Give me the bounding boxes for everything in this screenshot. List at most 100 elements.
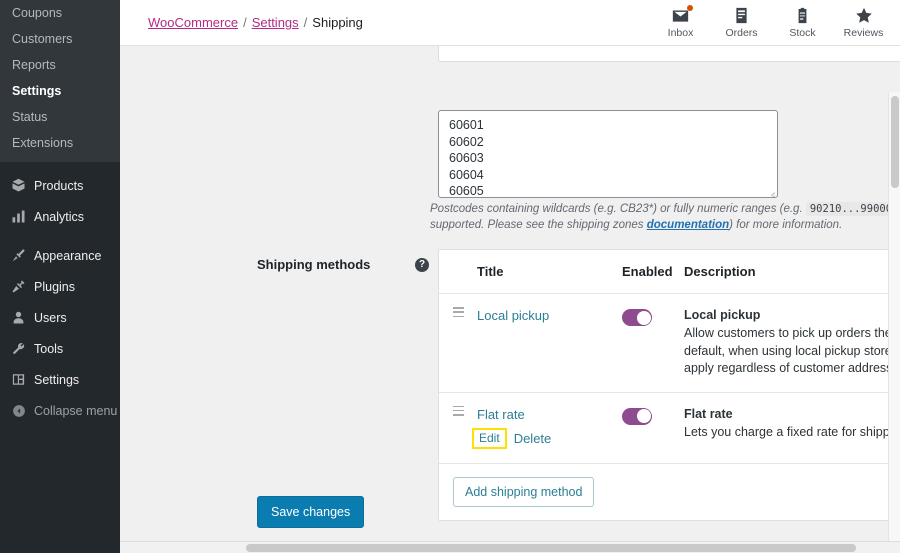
sidebar-item-products[interactable]: Products xyxy=(0,170,120,201)
sidebar-item-label: Customers xyxy=(12,32,72,46)
delete-flat-rate-link[interactable]: Delete xyxy=(514,431,552,446)
tools-wrench-icon xyxy=(10,340,27,357)
activity-item-reviews[interactable]: Reviews xyxy=(833,0,894,46)
woocommerce-shipping-settings-page: Coupons Customers Reports Settings Statu… xyxy=(0,0,900,553)
inbox-envelope-icon xyxy=(672,6,689,25)
sidebar-item-label: Appearance xyxy=(34,248,101,264)
sidebar-item-label: Analytics xyxy=(34,209,84,225)
shipping-method-link-flat-rate[interactable]: Flat rate xyxy=(477,407,525,422)
activity-item-label: Reviews xyxy=(844,27,884,39)
toggle-knob xyxy=(637,409,651,423)
sidebar-item-label: Reports xyxy=(12,58,56,72)
row-description-cell: Local pickup Allow customers to pick up … xyxy=(684,307,900,378)
row-actions: Edit Delete xyxy=(477,429,622,449)
enabled-toggle-local-pickup[interactable] xyxy=(622,309,652,326)
sidebar-item-settings[interactable]: Settings xyxy=(0,78,120,104)
reviews-star-icon xyxy=(855,6,873,25)
description-title: Local pickup xyxy=(684,307,900,324)
helper-part-1: Postcodes containing wildcards (e.g. CB2… xyxy=(430,203,806,215)
plugins-plug-icon xyxy=(10,278,27,295)
breadcrumb-woocommerce[interactable]: WooCommerce xyxy=(148,15,238,30)
sidebar-item-label: Coupons xyxy=(12,6,62,20)
edit-link-highlight: Edit xyxy=(472,428,507,449)
shipping-methods-panel: Title Enabled Description Local pickup xyxy=(438,249,900,521)
postcode-line: 60603 xyxy=(449,150,767,167)
horizontal-scrollbar-thumb[interactable] xyxy=(246,544,856,552)
sidebar-item-analytics[interactable]: Analytics xyxy=(0,201,120,232)
column-header-title: Title xyxy=(477,264,622,279)
settings-content: Illinois, United States (US) 60601 60602… xyxy=(120,46,900,553)
sidebar-item-wp-settings[interactable]: Settings xyxy=(0,364,120,395)
row-title-cell: Flat rate Edit Delete xyxy=(477,406,622,449)
table-row: Flat rate Edit Delete Flat rate L xyxy=(439,393,900,464)
sidebar-item-extensions[interactable]: Extensions xyxy=(0,130,120,156)
activity-panel: Inbox Orders Stock xyxy=(650,0,900,46)
breadcrumb: WooCommerce / Settings / Shipping xyxy=(148,15,363,30)
sidebar-item-label: Products xyxy=(34,178,83,194)
postcode-line: 60605 xyxy=(449,183,767,198)
shipping-method-link-local-pickup[interactable]: Local pickup xyxy=(477,308,549,323)
documentation-link[interactable]: documentation xyxy=(647,219,729,231)
column-header-enabled: Enabled xyxy=(622,264,684,279)
postcode-line: 60604 xyxy=(449,167,767,184)
save-changes-button[interactable]: Save changes xyxy=(257,496,364,528)
help-tip-icon[interactable]: ? xyxy=(415,258,429,272)
products-box-icon xyxy=(10,177,27,194)
activity-item-stock[interactable]: Stock xyxy=(772,0,833,46)
activity-item-label: Stock xyxy=(789,27,815,39)
row-drag-cell xyxy=(439,307,477,378)
sidebar-item-collapse-menu[interactable]: Collapse menu xyxy=(0,395,120,426)
breadcrumb-separator-2: / xyxy=(304,15,308,30)
horizontal-scrollbar[interactable] xyxy=(120,541,900,553)
activity-item-inbox[interactable]: Inbox xyxy=(650,0,711,46)
inbox-notification-badge xyxy=(687,5,693,11)
sidebar-item-label: Users xyxy=(34,310,67,326)
row-title-cell: Local pickup xyxy=(477,307,622,378)
row-enabled-cell xyxy=(622,307,684,378)
enabled-toggle-flat-rate[interactable] xyxy=(622,408,652,425)
sidebar-item-appearance[interactable]: Appearance xyxy=(0,240,120,271)
vertical-scrollbar[interactable] xyxy=(888,92,900,541)
sidebar-item-plugins[interactable]: Plugins xyxy=(0,271,120,302)
column-header-description: Description xyxy=(684,264,900,279)
sidebar-item-label: Status xyxy=(12,110,47,124)
breadcrumb-settings[interactable]: Settings xyxy=(252,15,299,30)
vertical-scrollbar-thumb[interactable] xyxy=(891,96,899,188)
sidebar-item-label: Collapse menu xyxy=(34,403,117,419)
top-navigation-bar: WooCommerce / Settings / Shipping Inbox xyxy=(120,0,900,46)
appearance-brush-icon xyxy=(10,247,27,264)
analytics-bars-icon xyxy=(10,208,27,225)
main-area: WooCommerce / Settings / Shipping Inbox xyxy=(120,0,900,553)
description-body: Lets you charge a fixed rate for shippin… xyxy=(684,424,900,442)
stock-clipboard-icon xyxy=(795,6,810,25)
users-person-icon xyxy=(10,309,27,326)
sidebar-item-label: Tools xyxy=(34,341,63,357)
sidebar-item-label: Settings xyxy=(34,372,79,388)
postcode-line: 60602 xyxy=(449,134,767,151)
sidebar-item-tools[interactable]: Tools xyxy=(0,333,120,364)
description-body: Allow customers to pick up orders themse… xyxy=(684,325,900,378)
activity-item-orders[interactable]: Orders xyxy=(711,0,772,46)
sidebar-item-coupons[interactable]: Coupons xyxy=(0,0,120,26)
shipping-methods-label: Shipping methods xyxy=(257,256,432,273)
orders-receipt-icon xyxy=(734,6,749,25)
helper-part-3: ) for more information. xyxy=(729,219,842,231)
add-shipping-method-button[interactable]: Add shipping method xyxy=(453,477,594,507)
helper-range-code: 90210...99000 xyxy=(806,202,896,216)
menu-divider xyxy=(0,162,120,170)
sidebar-item-users[interactable]: Users xyxy=(0,302,120,333)
postcode-line: 60601 xyxy=(449,117,767,134)
description-title: Flat rate xyxy=(684,406,900,423)
textarea-resize-handle[interactable] xyxy=(766,187,775,196)
sidebar-item-status[interactable]: Status xyxy=(0,104,120,130)
sidebar-item-customers[interactable]: Customers xyxy=(0,26,120,52)
edit-flat-rate-link[interactable]: Edit xyxy=(479,431,500,445)
postcode-helper-text: Postcodes containing wildcards (e.g. CB2… xyxy=(430,201,900,233)
woocommerce-submenu: Coupons Customers Reports Settings Statu… xyxy=(0,0,120,162)
zone-postcodes-textarea[interactable]: 60601 60602 60603 60604 60605 xyxy=(438,110,778,198)
collapse-arrow-icon xyxy=(10,402,27,419)
breadcrumb-current-shipping: Shipping xyxy=(312,15,363,30)
menu-divider-2 xyxy=(0,232,120,240)
row-description-cell: Flat rate Lets you charge a fixed rate f… xyxy=(684,406,900,449)
sidebar-item-reports[interactable]: Reports xyxy=(0,52,120,78)
